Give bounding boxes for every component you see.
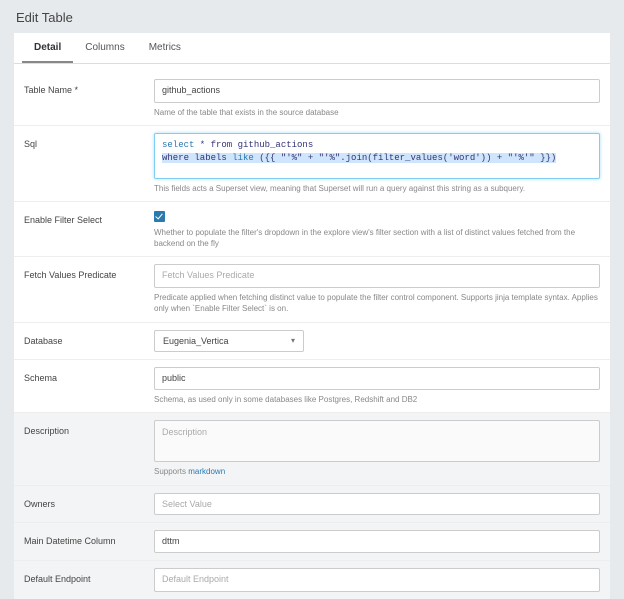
label-sql: Sql bbox=[24, 133, 144, 151]
hint-description: Supports markdown bbox=[154, 466, 600, 477]
database-select[interactable]: Eugenia_Vertica ▾ bbox=[154, 330, 304, 352]
table-name-input[interactable] bbox=[154, 79, 600, 103]
label-enable-filter-select: Enable Filter Select bbox=[24, 209, 144, 227]
sql-line-1: select * from github_actions bbox=[162, 139, 592, 153]
hint-table-name: Name of the table that exists in the sou… bbox=[154, 107, 600, 118]
detail-form: Table Name * Name of the table that exis… bbox=[14, 64, 610, 599]
hint-sql: This fields acts a Superset view, meanin… bbox=[154, 183, 600, 194]
label-table-name: Table Name * bbox=[24, 79, 144, 97]
label-fetch-values-predicate: Fetch Values Predicate bbox=[24, 264, 144, 282]
chevron-down-icon: ▾ bbox=[291, 336, 295, 345]
enable-filter-select-checkbox[interactable] bbox=[154, 211, 165, 222]
hint-enable-filter-select: Whether to populate the filter's dropdow… bbox=[154, 227, 600, 249]
tab-detail[interactable]: Detail bbox=[22, 33, 73, 63]
tab-bar: Detail Columns Metrics bbox=[14, 33, 610, 64]
owners-select[interactable]: Select Value bbox=[154, 493, 600, 515]
hint-fetch-values-predicate: Predicate applied when fetching distinct… bbox=[154, 292, 600, 314]
schema-input[interactable] bbox=[154, 367, 600, 391]
sql-editor[interactable]: select * from github_actions where label… bbox=[154, 133, 600, 179]
fetch-values-predicate-input[interactable] bbox=[154, 264, 600, 288]
label-owners: Owners bbox=[24, 493, 144, 511]
label-default-endpoint: Default Endpoint bbox=[24, 568, 144, 586]
tab-metrics[interactable]: Metrics bbox=[137, 33, 193, 63]
database-select-value: Eugenia_Vertica bbox=[163, 336, 229, 346]
markdown-link[interactable]: markdown bbox=[188, 467, 225, 476]
label-database: Database bbox=[24, 330, 144, 348]
description-textarea[interactable]: Description bbox=[154, 420, 600, 462]
label-main-dttm: Main Datetime Column bbox=[24, 530, 144, 548]
main-dttm-input[interactable] bbox=[154, 530, 600, 554]
sql-line-2: where labels like ({{ "'%" + "'%".join(f… bbox=[162, 152, 592, 166]
page-title: Edit Table bbox=[16, 10, 610, 25]
label-schema: Schema bbox=[24, 367, 144, 385]
tab-columns[interactable]: Columns bbox=[73, 33, 136, 63]
hint-schema: Schema, as used only in some databases l… bbox=[154, 394, 600, 405]
edit-table-panel: Detail Columns Metrics Table Name * Name… bbox=[14, 33, 610, 599]
label-description: Description bbox=[24, 420, 144, 438]
default-endpoint-input[interactable] bbox=[154, 568, 600, 592]
